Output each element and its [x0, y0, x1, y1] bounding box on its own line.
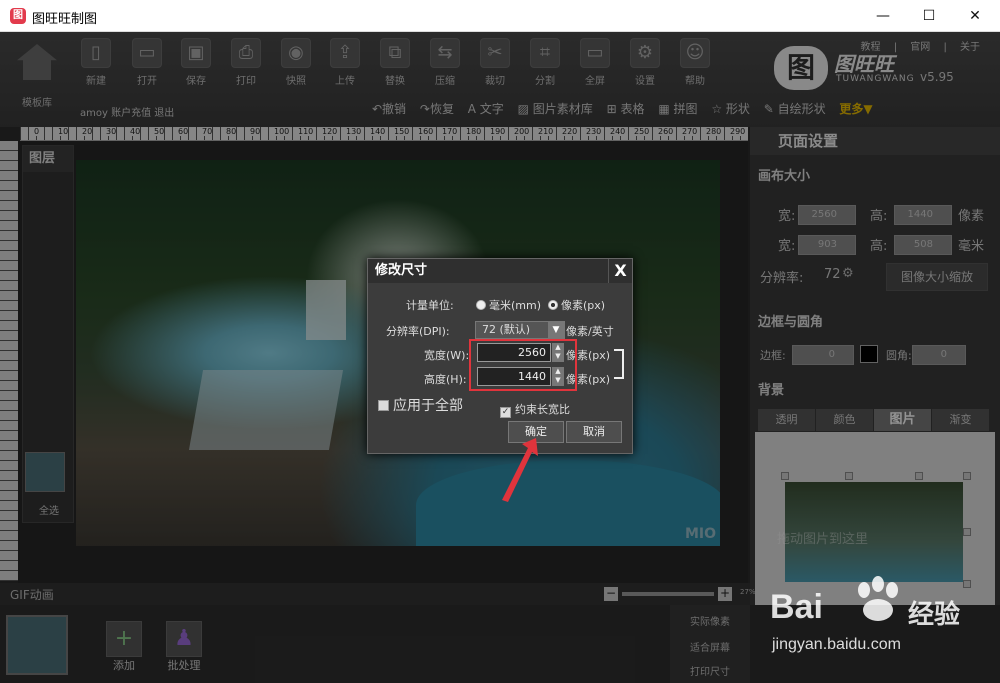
dialog-close-button[interactable]: X — [608, 259, 632, 283]
minimize-button[interactable]: — — [860, 0, 906, 32]
dpi-selected-value: 72 (默认) — [482, 323, 531, 336]
keep-ratio-label: 约束长宽比 — [515, 403, 570, 416]
close-button[interactable]: ✕ — [952, 0, 998, 32]
checkbox-icon — [378, 400, 389, 411]
keep-ratio-checkbox[interactable]: ✓ 约束长宽比 — [500, 401, 570, 418]
baidu-watermark: Bai 经验 jingyan.baidu.com — [770, 576, 990, 676]
unit-mm-radio[interactable]: 毫米(mm) — [476, 297, 541, 313]
dpi-label: 分辨率(DPI): — [386, 325, 450, 338]
apply-all-label: 应用于全部 — [393, 398, 463, 414]
maximize-button[interactable]: ☐ — [906, 0, 952, 32]
dpi-unit-label: 像素/英寸 — [566, 325, 614, 338]
ratio-lock-bracket — [614, 349, 624, 379]
unit-mm-label: 毫米(mm) — [489, 299, 542, 312]
paw-icon — [858, 576, 898, 621]
radio-selected-icon — [548, 300, 558, 310]
window-title: 图旺旺制图 — [32, 12, 98, 27]
cancel-button[interactable]: 取消 — [566, 421, 622, 443]
chevron-down-icon: ▼ — [548, 322, 564, 338]
unit-px-label: 像素(px) — [561, 299, 606, 312]
watermark-url: jingyan.baidu.com — [772, 636, 901, 653]
unit-label: 计量单位: — [406, 299, 454, 312]
highlight-box — [469, 339, 577, 391]
app-logo-icon: 图 — [10, 8, 26, 24]
dialog-title: 修改尺寸 — [368, 259, 632, 283]
apply-all-checkbox[interactable]: 应用于全部 — [378, 395, 463, 415]
title-bar: 图 图旺旺制图 — ☐ ✕ — [0, 0, 1000, 32]
dpi-select[interactable]: 72 (默认) ▼ — [475, 321, 565, 339]
width-label: 宽度(W): — [424, 349, 470, 362]
watermark-brand: Bai — [770, 588, 823, 626]
radio-icon — [476, 300, 486, 310]
watermark-jingyan: 经验 — [908, 600, 961, 630]
checkmark-icon: ✓ — [500, 407, 511, 418]
height-label: 高度(H): — [424, 373, 467, 386]
unit-px-radio[interactable]: 像素(px) — [548, 297, 605, 313]
annotation-arrow — [502, 438, 538, 502]
